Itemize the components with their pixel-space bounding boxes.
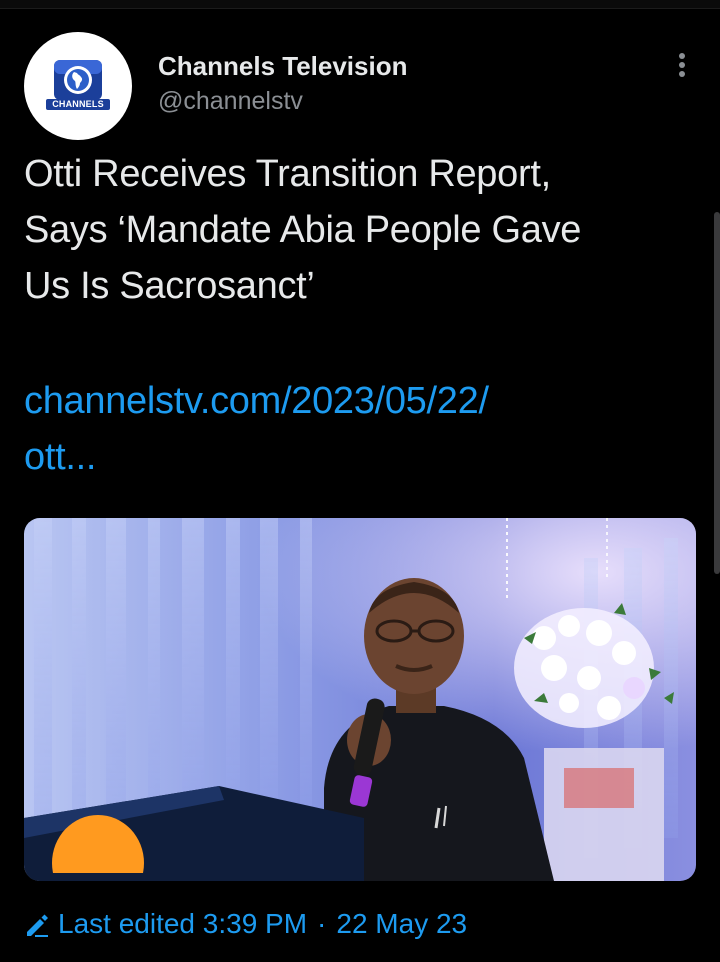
more-vertical-icon <box>679 53 685 59</box>
pencil-icon <box>27 914 48 937</box>
speaker-photo <box>24 518 696 881</box>
tweet-body: Otti Receives Transition Report, Says ‘M… <box>24 146 696 314</box>
author-names: Channels Television @channelstv <box>158 50 407 117</box>
tweet-media-photo[interactable] <box>24 518 696 881</box>
tweet-link-line[interactable]: channelstv.com/2023/05/22/ <box>24 373 696 429</box>
author-display-name[interactable]: Channels Television <box>158 50 407 82</box>
tweet-header: CHANNELS Channels Television @channelstv <box>24 32 696 140</box>
tweet-text-line: Says ‘Mandate Abia People Gave <box>24 209 582 251</box>
tweet-link[interactable]: channelstv.com/2023/05/22/ ott... <box>24 373 696 485</box>
more-options-button[interactable] <box>672 50 692 80</box>
avatar[interactable]: CHANNELS <box>24 32 132 140</box>
tweet-text-line: Us Is Sacrosanct’ <box>24 265 315 307</box>
more-vertical-icon-dot <box>679 62 685 68</box>
footer-separator: · <box>317 908 327 939</box>
tweet-text-line: Otti Receives Transition Report, <box>24 153 551 195</box>
logo-wordmark: CHANNELS <box>46 99 110 110</box>
scrollbar[interactable] <box>714 212 720 574</box>
status-bar-edge <box>0 0 720 9</box>
tweet-link-line[interactable]: ott... <box>24 429 696 485</box>
edited-date[interactable]: 22 May 23 <box>336 908 467 940</box>
last-edited-link[interactable]: Last edited 3:39 PM · 22 May 23 <box>24 902 467 946</box>
last-edited-label[interactable]: Last edited 3:39 PM <box>58 908 307 940</box>
more-vertical-icon-dot <box>679 71 685 77</box>
author-handle[interactable]: @channelstv <box>158 85 407 117</box>
